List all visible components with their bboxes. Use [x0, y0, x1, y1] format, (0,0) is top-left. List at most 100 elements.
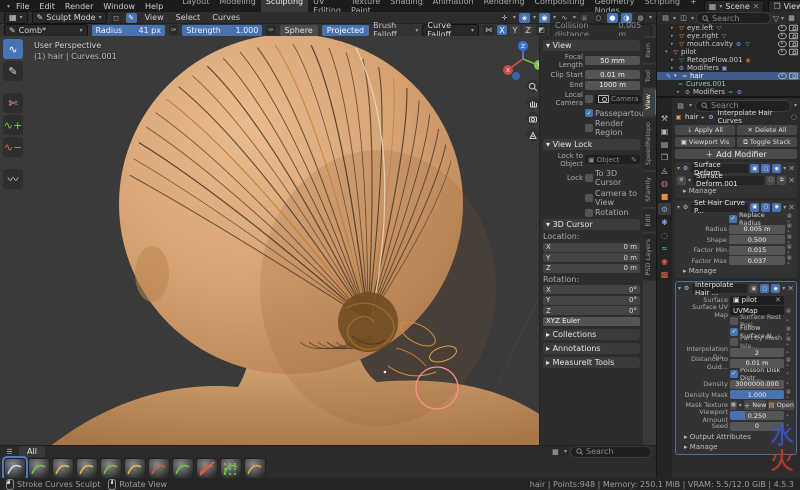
realtime-toggle[interactable]: ▢: [760, 284, 769, 293]
hide-toggle-icon[interactable]: [778, 49, 787, 55]
render-toggle-icon[interactable]: [789, 25, 798, 31]
bind-icon[interactable]: ▢: [766, 176, 775, 185]
copy-icon[interactable]: ⧉: [777, 176, 786, 185]
view-section-header[interactable]: ▾ View: [543, 40, 640, 51]
outliner-row[interactable]: ▸▽eye.left ▽: [657, 24, 800, 32]
outliner-row[interactable]: ▸▽RetopoFlow.001 ◉: [657, 56, 800, 64]
outliner-row[interactable]: ▸▽eye.right ▽: [657, 32, 800, 40]
distance-to-guides-field[interactable]: 0.01 m: [730, 359, 784, 368]
passepartout-checkbox[interactable]: [585, 109, 593, 117]
render-region-checkbox[interactable]: [585, 124, 593, 132]
density-brush-thumbnail[interactable]: [220, 458, 242, 479]
lock-3d-cursor-checkbox[interactable]: [585, 174, 593, 182]
poisson-disk-checkbox[interactable]: [730, 370, 738, 378]
outliner-row[interactable]: ▸▽mouth.cavity ⚙▽: [657, 40, 800, 48]
shelf-menu-icon[interactable]: ☰: [4, 447, 15, 457]
pinch-brush-thumbnail[interactable]: [124, 458, 146, 479]
modifiers-tab-icon[interactable]: ⚙: [658, 203, 671, 215]
view-lock-section-header[interactable]: ▾ View Lock: [543, 139, 640, 150]
sidebar-tab-speedretopo[interactable]: SpeedRetopo: [643, 117, 656, 170]
surface-rest-position-checkbox[interactable]: [730, 317, 738, 325]
manage-subpanel[interactable]: ▸ Manage: [683, 267, 795, 275]
cut-brush-thumbnail[interactable]: [148, 458, 170, 479]
clip-end-field[interactable]: 1000 m: [585, 81, 640, 90]
delete-brush-thumbnail[interactable]: [196, 458, 218, 479]
texture-tab-icon[interactable]: ▩: [658, 268, 671, 280]
display-mode-icon[interactable]: ▦: [550, 447, 561, 457]
annotations-section-header[interactable]: ▸ Annotations: [543, 343, 640, 354]
camera-view-icon[interactable]: [526, 112, 539, 125]
replace-radius-checkbox[interactable]: [729, 215, 737, 223]
lock-to-object-field[interactable]: ▣Object✎: [585, 155, 640, 164]
menu-curves[interactable]: Curves: [208, 13, 244, 22]
interpolation-guides-field[interactable]: 2: [730, 348, 784, 357]
data-tab-icon[interactable]: ≈: [658, 242, 671, 254]
grow-brush-thumbnail[interactable]: [76, 458, 98, 479]
radius-field[interactable]: 0.005 m: [729, 225, 785, 234]
part-by-mesh-islands-checkbox[interactable]: [730, 338, 738, 346]
hide-toggle-icon[interactable]: [778, 41, 787, 47]
menu-help[interactable]: Help: [141, 2, 167, 11]
add-tool-button[interactable]: ∿+: [3, 115, 23, 135]
texture-browser-icon[interactable]: ▩: [730, 401, 737, 410]
brush-selector[interactable]: ✎ Comb*▾: [4, 24, 88, 37]
slide-brush-thumbnail[interactable]: [244, 458, 266, 479]
sidebar-tab-sfamily[interactable]: SFamily: [643, 172, 656, 207]
sidebar-tab-view[interactable]: View: [643, 89, 656, 114]
strength-slider[interactable]: Strength1.000: [182, 25, 262, 36]
camera-to-view-checkbox[interactable]: [585, 194, 593, 202]
outliner-row-active[interactable]: ✎ ▾≈hair: [657, 72, 800, 80]
viewport-amount-slider[interactable]: 0.250: [730, 411, 784, 420]
outliner-display-mode-icon[interactable]: ▤: [660, 13, 671, 23]
new-texture-button[interactable]: ＋New: [744, 400, 767, 410]
puff-brush-thumbnail[interactable]: [52, 458, 74, 479]
factor-max-field[interactable]: 0.037: [729, 256, 785, 265]
close-icon[interactable]: ✕: [788, 203, 795, 212]
pin-icon[interactable]: ○: [791, 113, 797, 121]
rotation-order-dropdown[interactable]: XYZ Euler: [543, 317, 640, 326]
outliner-filter-id-icon[interactable]: ◫: [678, 13, 689, 23]
snap-button[interactable]: ◈: [519, 13, 530, 23]
snake-hook-brush-thumbnail[interactable]: [100, 458, 122, 479]
properties-editor-icon[interactable]: ▤: [675, 101, 686, 111]
falloff-shape-icon[interactable]: ◩: [536, 25, 547, 35]
curve-collision-toggle[interactable]: ◻: [111, 13, 122, 23]
extras-menu-icon[interactable]: ▾: [783, 165, 786, 172]
mirror-y-button[interactable]: Y: [510, 25, 520, 35]
surface-object-field[interactable]: ▣pilot✕: [730, 296, 784, 305]
add-modifier-button[interactable]: ＋Add Modifier: [675, 149, 797, 159]
cursor-loc-y[interactable]: Y0 m: [543, 253, 640, 262]
local-camera-checkbox[interactable]: [585, 95, 593, 103]
world-tab-icon[interactable]: ◍: [658, 177, 671, 189]
scene-selector[interactable]: ▦▾ Scene ✕: [704, 0, 765, 13]
outliner-search-input[interactable]: Search: [696, 12, 771, 24]
mirror-z-button[interactable]: Z: [523, 25, 533, 35]
scene-tab-icon[interactable]: ◬: [658, 164, 671, 176]
slide-tool-button[interactable]: 〰: [3, 169, 23, 189]
close-icon[interactable]: ✕: [788, 176, 795, 185]
curve-sculpt-toggle[interactable]: ✎: [126, 13, 137, 23]
material-tab-icon[interactable]: ◉: [658, 255, 671, 267]
close-icon[interactable]: ✕: [788, 164, 795, 173]
object-tab-icon[interactable]: ■: [658, 190, 671, 202]
realtime-toggle[interactable]: ▢: [761, 164, 770, 173]
menu-view[interactable]: View: [141, 13, 168, 22]
menu-edit[interactable]: Edit: [35, 2, 59, 11]
outliner-row[interactable]: ▾▽pilot: [657, 48, 800, 56]
radius-slider[interactable]: Radius41 px: [92, 25, 166, 36]
edit-mode-toggle[interactable]: ▣: [749, 284, 758, 293]
pivot-point-button[interactable]: ✛: [499, 13, 510, 23]
shelf-tab-all[interactable]: All: [19, 446, 45, 457]
lock-rotation-checkbox[interactable]: [585, 209, 593, 217]
mode-selector[interactable]: ✎ Sculpt Mode▾: [32, 11, 107, 24]
clip-start-field[interactable]: 0.01 m: [585, 70, 640, 79]
breadcrumb-object[interactable]: hair: [685, 113, 699, 121]
delete-all-button[interactable]: ✕Delete All: [737, 125, 797, 135]
expand-icon[interactable]: ▾: [677, 165, 680, 172]
sidebar-tab-item[interactable]: Item: [643, 38, 656, 63]
cursor-loc-x[interactable]: X0 m: [543, 243, 640, 252]
density-mask-slider[interactable]: 1.000: [730, 390, 784, 399]
perspective-toggle-icon[interactable]: [526, 128, 539, 141]
outliner-row[interactable]: ▸⚙Modifiers ≈⚙: [657, 88, 800, 96]
shape-field[interactable]: 0.500: [729, 235, 785, 244]
